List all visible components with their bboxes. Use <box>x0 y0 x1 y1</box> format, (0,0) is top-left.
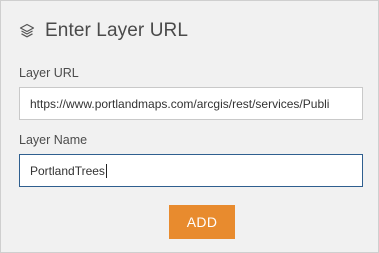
layer-url-value: https://www.portlandmaps.com/arcgis/rest… <box>30 96 330 111</box>
text-cursor <box>105 163 107 178</box>
layer-url-label: Layer URL <box>19 66 79 80</box>
enter-layer-url-panel: Enter Layer URL Layer URL https://www.po… <box>0 0 379 253</box>
layers-icon <box>19 23 35 39</box>
panel-header: Enter Layer URL <box>19 19 188 43</box>
panel-title: Enter Layer URL <box>45 20 189 41</box>
layer-url-input[interactable]: https://www.portlandmaps.com/arcgis/rest… <box>19 87 363 120</box>
layer-name-input[interactable]: PortlandTrees <box>19 154 363 187</box>
layer-name-label: Layer Name <box>19 133 88 147</box>
layer-name-value: PortlandTrees <box>30 163 105 178</box>
add-button[interactable]: ADD <box>169 205 235 239</box>
